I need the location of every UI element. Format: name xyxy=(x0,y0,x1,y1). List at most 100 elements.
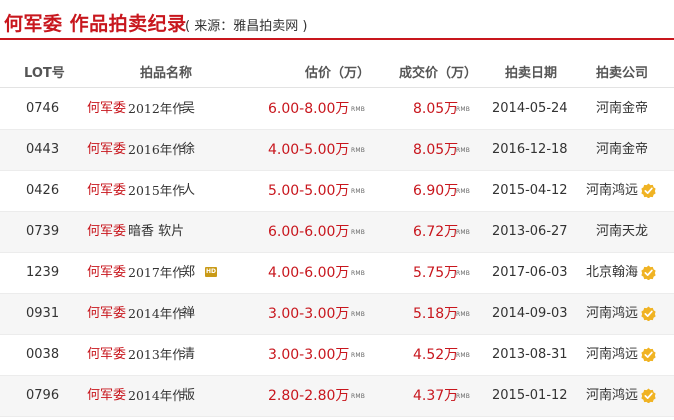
work-year: 2014年作 xyxy=(128,306,185,321)
lot-number: 0426 xyxy=(26,183,60,198)
currency-tag: RMB xyxy=(456,270,471,277)
verified-badge-icon xyxy=(641,306,656,321)
auction-company[interactable]: 河南鸿远 xyxy=(586,183,638,199)
page-title: 何军委 作品拍卖纪录 xyxy=(4,13,187,35)
currency-tag: RMB xyxy=(351,311,366,318)
currency-tag: RMB xyxy=(351,270,366,277)
hammer-price: 8.05万 xyxy=(413,101,459,117)
lot-number: 0038 xyxy=(26,347,60,362)
artist-link[interactable]: 何军委 xyxy=(87,142,126,158)
auction-company[interactable]: 河南鸿远 xyxy=(586,388,638,404)
table-header: LOT号 拍品名称 估价（万） 成交价（万） 拍卖日期 拍卖公司 xyxy=(0,52,674,88)
auction-company[interactable]: 河南天龙 xyxy=(596,224,648,240)
auction-date: 2015-01-12 xyxy=(492,388,568,403)
verified-badge-icon xyxy=(641,183,656,198)
hammer-price: 8.05万 xyxy=(413,142,459,158)
artist-link[interactable]: 何军委 xyxy=(87,388,126,404)
column-header-date[interactable]: 拍卖日期 xyxy=(505,62,557,81)
lot-number: 0443 xyxy=(26,142,60,157)
hammer-price: 6.72万 xyxy=(413,224,459,240)
table-row[interactable]: 0038 何军委 2013年作清 3.00-3.00万 RMB 4.52万 RMB 2013-… xyxy=(0,335,674,376)
work-year: 2017年作 xyxy=(128,265,185,280)
hd-badge-icon: HD xyxy=(205,267,217,277)
table-row[interactable]: 1239 何军委 2017年作郑 HD 4.00-6.00万 RMB 5.75万 RMB 201… xyxy=(0,253,674,294)
currency-tag: RMB xyxy=(456,229,471,236)
column-header-company[interactable]: 拍卖公司 xyxy=(596,62,648,81)
estimate-value: 2.80-2.80万 xyxy=(268,388,350,404)
work-year: 2015年作 xyxy=(128,183,185,198)
estimate-value: 6.00-6.00万 xyxy=(268,224,350,240)
page-header: 何军委 作品拍卖纪录 ( 来源：雅昌拍卖网 ) xyxy=(0,0,674,44)
table-row[interactable]: 0796 何军委 2014年作版 2.80-2.80万 RMB 4.37万 RMB 2015-… xyxy=(0,376,674,417)
auction-company[interactable]: 河南金帝 xyxy=(596,101,648,117)
work-title[interactable]: 暗香 软片 xyxy=(128,224,184,240)
work-year: 2013年作 xyxy=(128,347,185,362)
verified-badge-icon xyxy=(641,388,656,403)
auction-date: 2013-08-31 xyxy=(492,347,568,362)
auction-date: 2013-06-27 xyxy=(492,224,568,239)
work-year: 2016年作 xyxy=(128,142,185,157)
currency-tag: RMB xyxy=(456,393,471,400)
work-title[interactable]: 版 xyxy=(182,388,195,404)
artist-link[interactable]: 何军委 xyxy=(87,183,126,199)
work-title[interactable]: 禅 xyxy=(182,306,195,322)
work-year: 2012年作 xyxy=(128,101,185,116)
source-note: ( 来源：雅昌拍卖网 ) xyxy=(185,19,308,34)
currency-tag: RMB xyxy=(351,106,366,113)
lot-number: 1239 xyxy=(26,265,60,280)
work-title[interactable]: 清 xyxy=(182,347,195,363)
table-row[interactable]: 0739 何军委 暗香 软片 6.00-6.00万 RMB 6.72万 RMB 2013-06… xyxy=(0,212,674,253)
title-divider xyxy=(0,38,674,40)
table-row[interactable]: 0931 何军委 2014年作禅 3.00-3.00万 RMB 5.18万 RMB 2014-… xyxy=(0,294,674,335)
estimate-value: 5.00-5.00万 xyxy=(268,183,350,199)
hammer-price: 4.37万 xyxy=(413,388,459,404)
lot-number: 0931 xyxy=(26,306,60,321)
currency-tag: RMB xyxy=(351,147,366,154)
lot-number: 0746 xyxy=(26,101,60,116)
currency-tag: RMB xyxy=(351,229,366,236)
hammer-price: 5.75万 xyxy=(413,265,459,281)
estimate-value: 4.00-6.00万 xyxy=(268,265,350,281)
lot-number: 0739 xyxy=(26,224,60,239)
artist-link[interactable]: 何军委 xyxy=(87,101,126,117)
artist-link[interactable]: 何军委 xyxy=(87,265,126,281)
table-row[interactable]: 0746 何军委 2012年作吴 6.00-8.00万 RMB 8.05万 RMB 2014-… xyxy=(0,89,674,130)
column-header-estimate[interactable]: 估价（万） xyxy=(305,62,370,81)
currency-tag: RMB xyxy=(456,311,471,318)
work-title[interactable]: 吴 xyxy=(182,101,195,117)
column-header-price[interactable]: 成交价（万） xyxy=(399,62,477,81)
auction-date: 2016-12-18 xyxy=(492,142,568,157)
currency-tag: RMB xyxy=(456,352,471,359)
auction-company[interactable]: 北京翰海 xyxy=(586,265,638,281)
hammer-price: 5.18万 xyxy=(413,306,459,322)
lot-number: 0796 xyxy=(26,388,60,403)
currency-tag: RMB xyxy=(351,393,366,400)
currency-tag: RMB xyxy=(456,106,471,113)
column-header-lot[interactable]: LOT号 xyxy=(24,62,65,81)
estimate-value: 3.00-3.00万 xyxy=(268,347,350,363)
currency-tag: RMB xyxy=(456,188,471,195)
estimate-value: 6.00-8.00万 xyxy=(268,101,350,117)
auction-company[interactable]: 河南金帝 xyxy=(596,142,648,158)
hammer-price: 6.90万 xyxy=(413,183,459,199)
table-row[interactable]: 0443 何军委 2016年作徐 4.00-5.00万 RMB 8.05万 RMB 2016-… xyxy=(0,130,674,171)
auction-company[interactable]: 河南鸿远 xyxy=(586,306,638,322)
estimate-value: 3.00-3.00万 xyxy=(268,306,350,322)
verified-badge-icon xyxy=(641,265,656,280)
column-header-name[interactable]: 拍品名称 xyxy=(140,62,192,81)
artist-link[interactable]: 何军委 xyxy=(87,347,126,363)
work-year: 2014年作 xyxy=(128,388,185,403)
work-title[interactable]: 人 xyxy=(182,183,195,199)
hammer-price: 4.52万 xyxy=(413,347,459,363)
auction-company[interactable]: 河南鸿远 xyxy=(586,347,638,363)
currency-tag: RMB xyxy=(351,352,366,359)
auction-date: 2015-04-12 xyxy=(492,183,568,198)
work-title[interactable]: 郑 xyxy=(182,265,195,281)
artist-link[interactable]: 何军委 xyxy=(87,306,126,322)
work-title[interactable]: 徐 xyxy=(182,142,195,158)
artist-link[interactable]: 何军委 xyxy=(87,224,126,240)
auction-date: 2017-06-03 xyxy=(492,265,568,280)
estimate-value: 4.00-5.00万 xyxy=(268,142,350,158)
verified-badge-icon xyxy=(641,347,656,362)
table-row[interactable]: 0426 何军委 2015年作人 5.00-5.00万 RMB 6.90万 RMB 2015-… xyxy=(0,171,674,212)
